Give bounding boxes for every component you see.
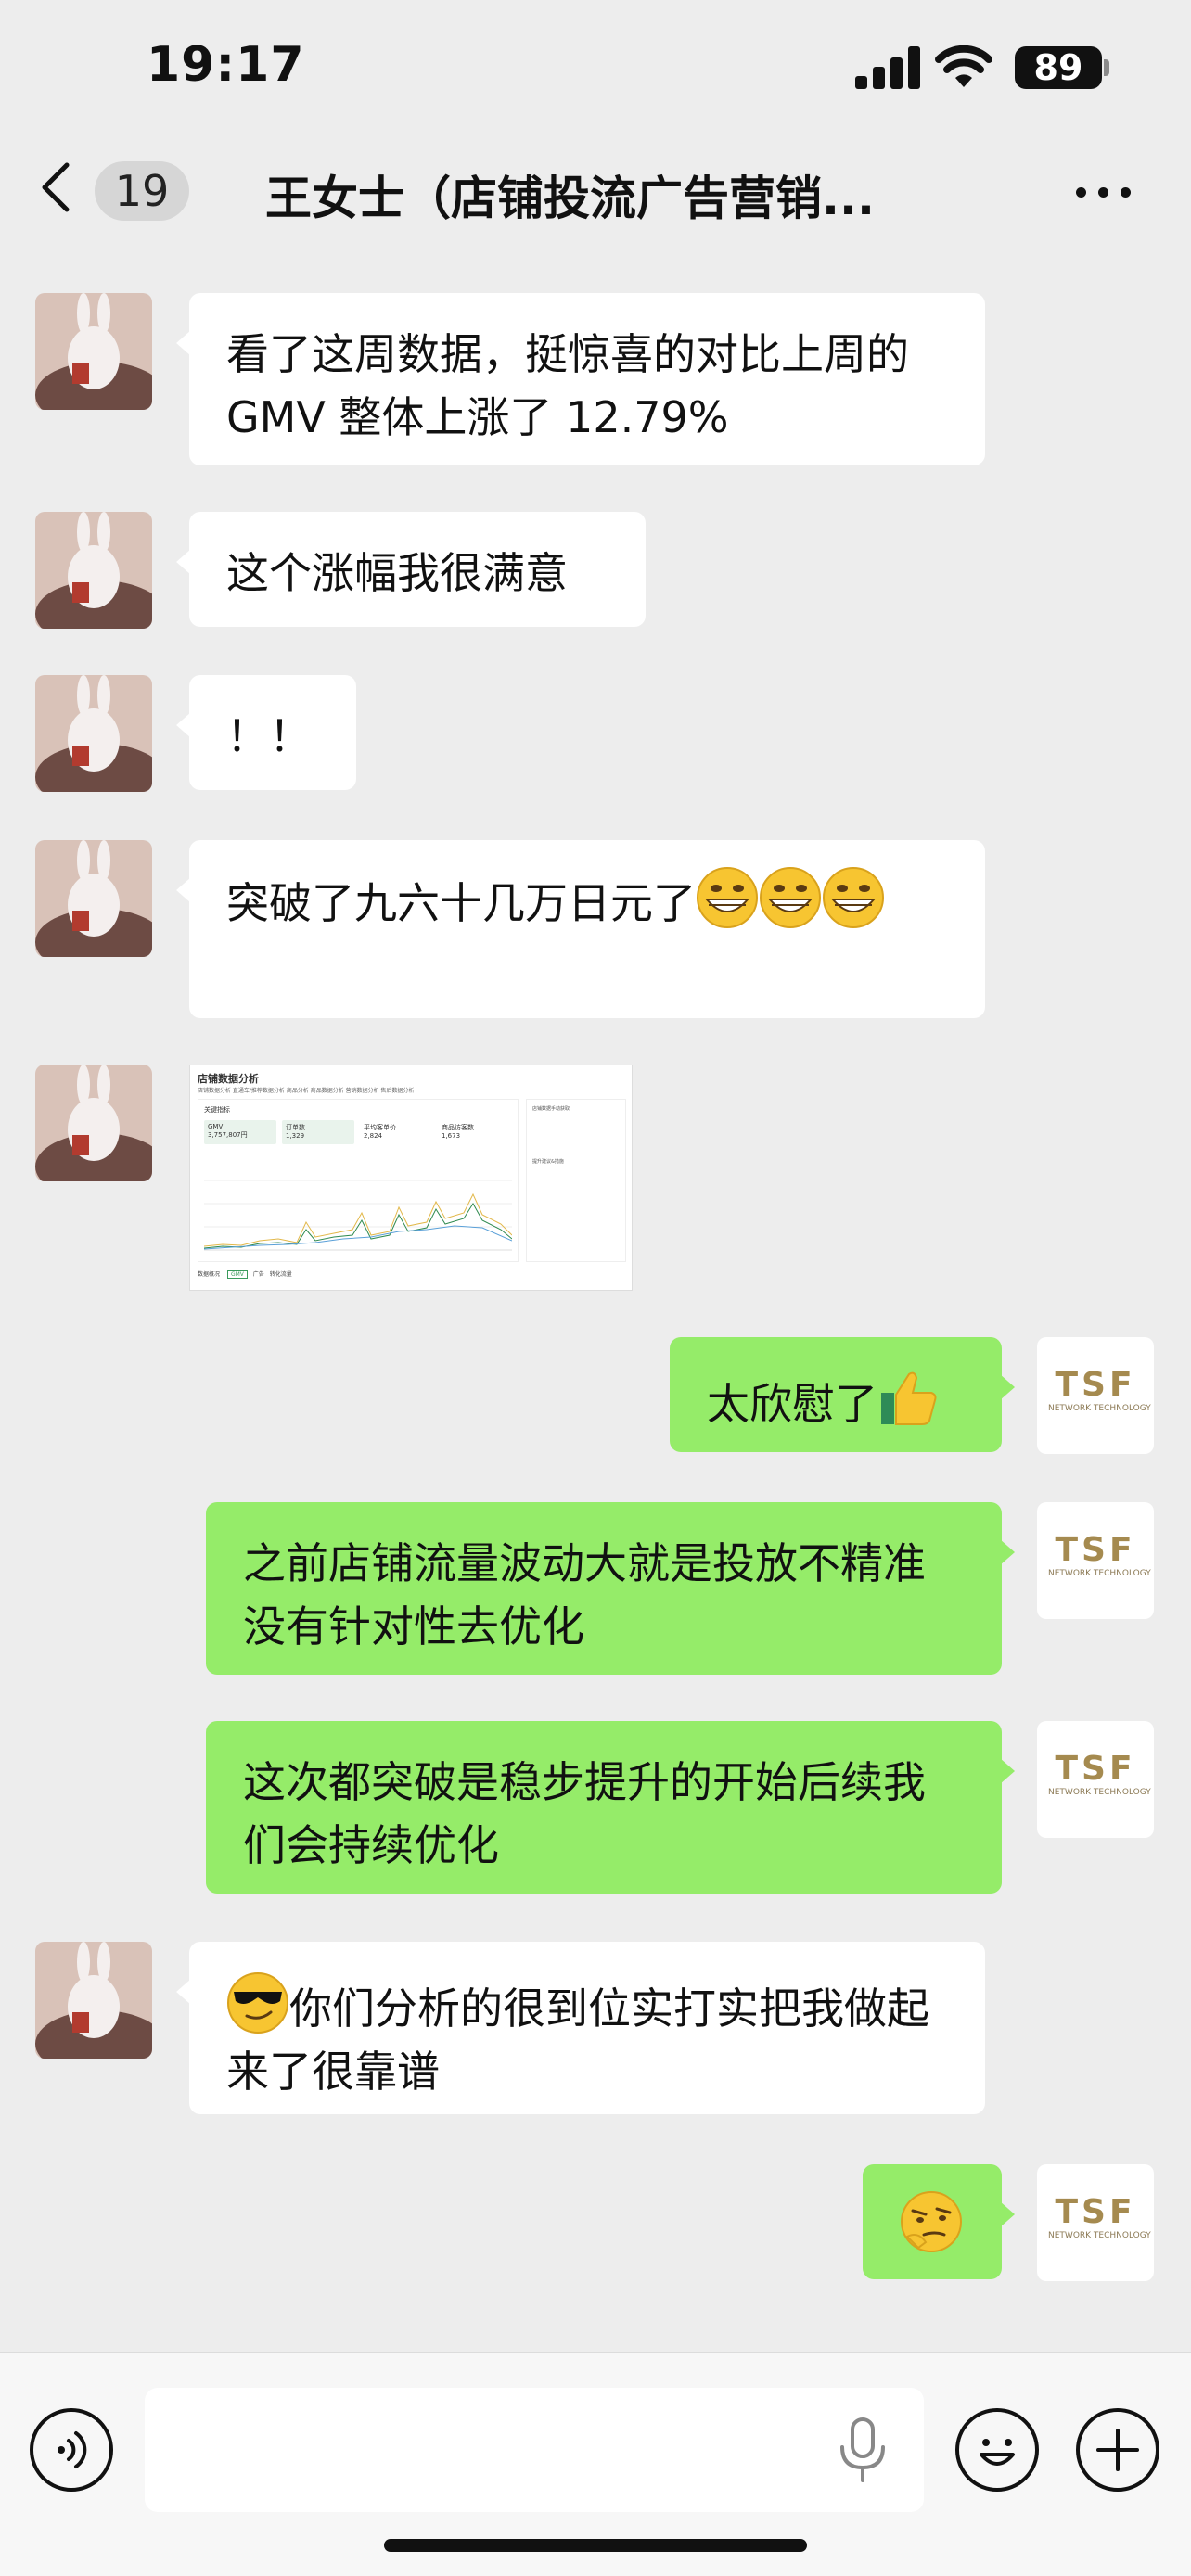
- chat-title[interactable]: 王女士（店铺投流广告营销...: [265, 161, 952, 228]
- message-bubble[interactable]: [863, 2164, 1015, 2279]
- battery-indicator: 89: [1015, 46, 1102, 89]
- contact-avatar[interactable]: [35, 840, 152, 957]
- tsf-logo: TSF NETWORK TECHNOLOGY: [1048, 1750, 1151, 1798]
- image-title: 店铺数据分析: [198, 1073, 259, 1085]
- message-bubble[interactable]: 这个涨幅我很满意: [176, 512, 646, 627]
- tsf-avatar[interactable]: TSF NETWORK TECHNOLOGY: [1037, 1337, 1154, 1454]
- image-kpi: 平均客单价 2,824: [360, 1120, 432, 1144]
- image-panel-title: 关键指标: [204, 1106, 230, 1114]
- signal-icon: [855, 46, 920, 89]
- image-kpi: GMV 3,757,807円: [204, 1120, 276, 1144]
- tsf-logo: TSF NETWORK TECHNOLOGY: [1048, 1531, 1151, 1579]
- home-indicator: [384, 2539, 807, 2552]
- status-time: 19:17: [147, 37, 305, 93]
- message-bubble[interactable]: 之前店铺流量波动大就是投放不精准没有针对性去优化: [206, 1502, 1015, 1675]
- message-text: 看了这周数据，挺惊喜的对比上周的 GMV 整体上涨了 12.79%: [226, 329, 909, 442]
- image-kpi: 订单数 1,329: [282, 1120, 354, 1144]
- message-row: 突破了九六十几万日元了: [0, 840, 1191, 1022]
- message-bubble[interactable]: 太欣慰了: [670, 1337, 1015, 1452]
- thumbs-up-icon: [881, 1371, 937, 1425]
- more-dots-icon[interactable]: [1076, 187, 1132, 202]
- image-kpi: 商品访客数 1,673: [438, 1120, 510, 1144]
- contact-avatar[interactable]: [35, 293, 152, 410]
- contact-avatar[interactable]: [35, 1065, 152, 1181]
- tsf-logo: TSF NETWORK TECHNOLOGY: [1048, 2193, 1151, 2241]
- sunglasses-face-icon: [227, 1972, 288, 2034]
- message-bubble[interactable]: ！！: [176, 675, 356, 790]
- image-side-panel: 店铺数据手动获取 提升建议&措施: [526, 1099, 626, 1262]
- tsf-avatar[interactable]: TSF NETWORK TECHNOLOGY: [1037, 1502, 1154, 1619]
- message-row: 这个涨幅我很满意: [0, 512, 1191, 632]
- battery-tip: [1104, 59, 1109, 76]
- tsf-avatar[interactable]: TSF NETWORK TECHNOLOGY: [1037, 2164, 1154, 2281]
- voice-icon[interactable]: [30, 2408, 113, 2492]
- grinning-face-icon: [760, 867, 821, 928]
- message-row: 看了这周数据，挺惊喜的对比上周的 GMV 整体上涨了 12.79%: [0, 293, 1191, 469]
- grinning-face-icon: [697, 867, 758, 928]
- message-text: 这个涨幅我很满意: [226, 548, 568, 598]
- message-text: ！！: [226, 711, 312, 761]
- message-text: 突破了九六十几万日元了: [226, 878, 696, 928]
- status-bar: 19:17 89: [0, 0, 1191, 139]
- image-panel: 关键指标 GMV 3,757,807円 订单数 1,329 平均客单价 2,824 商…: [198, 1099, 519, 1262]
- message-bubble[interactable]: 突破了九六十几万日元了: [176, 840, 985, 1018]
- message-bubble[interactable]: 看了这周数据，挺惊喜的对比上周的 GMV 整体上涨了 12.79%: [176, 293, 985, 465]
- message-bubble[interactable]: 你们分析的很到位实打实把我做起来了很靠谱: [176, 1942, 985, 2114]
- nav-bar: 19 王女士（店铺投流广告营销...: [0, 139, 1191, 241]
- contact-avatar[interactable]: [35, 1942, 152, 2059]
- emoji-icon[interactable]: [955, 2408, 1039, 2492]
- image-tabs: 店铺数据分析 直通车/推荐数据分析 商品分析 商品数据分析 营销数据分析 售后数…: [198, 1088, 415, 1094]
- message-text: 这次都突破是稳步提升的开始后续我们会持续优化: [243, 1757, 926, 1870]
- contact-avatar[interactable]: [35, 512, 152, 629]
- contact-avatar[interactable]: [35, 675, 152, 792]
- thinking-smirk-face-icon: [901, 2191, 962, 2252]
- tsf-logo: TSF NETWORK TECHNOLOGY: [1048, 1366, 1151, 1414]
- message-text: 之前店铺流量波动大就是投放不精准没有针对性去优化: [243, 1538, 926, 1651]
- chevron-left-icon[interactable]: [32, 159, 87, 215]
- message-text: 你们分析的很到位实打实把我做起来了很靠谱: [226, 1983, 929, 2097]
- image-message[interactable]: 店铺数据分析 店铺数据分析 直通车/推荐数据分析 商品分析 商品数据分析 营销数…: [189, 1065, 633, 1291]
- grinning-face-icon: [823, 867, 884, 928]
- image-footer: 数据概况 GMV 广告 转化流量: [198, 1270, 292, 1279]
- unread-count-badge[interactable]: 19: [95, 161, 189, 221]
- wifi-icon: [935, 45, 992, 87]
- message-row: ！！: [0, 675, 1191, 796]
- microphone-icon[interactable]: [835, 2416, 890, 2484]
- message-input[interactable]: [145, 2388, 924, 2512]
- plus-icon[interactable]: [1076, 2408, 1159, 2492]
- image-line-chart: [204, 1180, 512, 1251]
- message-bubble[interactable]: 这次都突破是稳步提升的开始后续我们会持续优化: [206, 1721, 1015, 1894]
- message-text: 太欣慰了: [707, 1379, 877, 1429]
- tsf-avatar[interactable]: TSF NETWORK TECHNOLOGY: [1037, 1721, 1154, 1838]
